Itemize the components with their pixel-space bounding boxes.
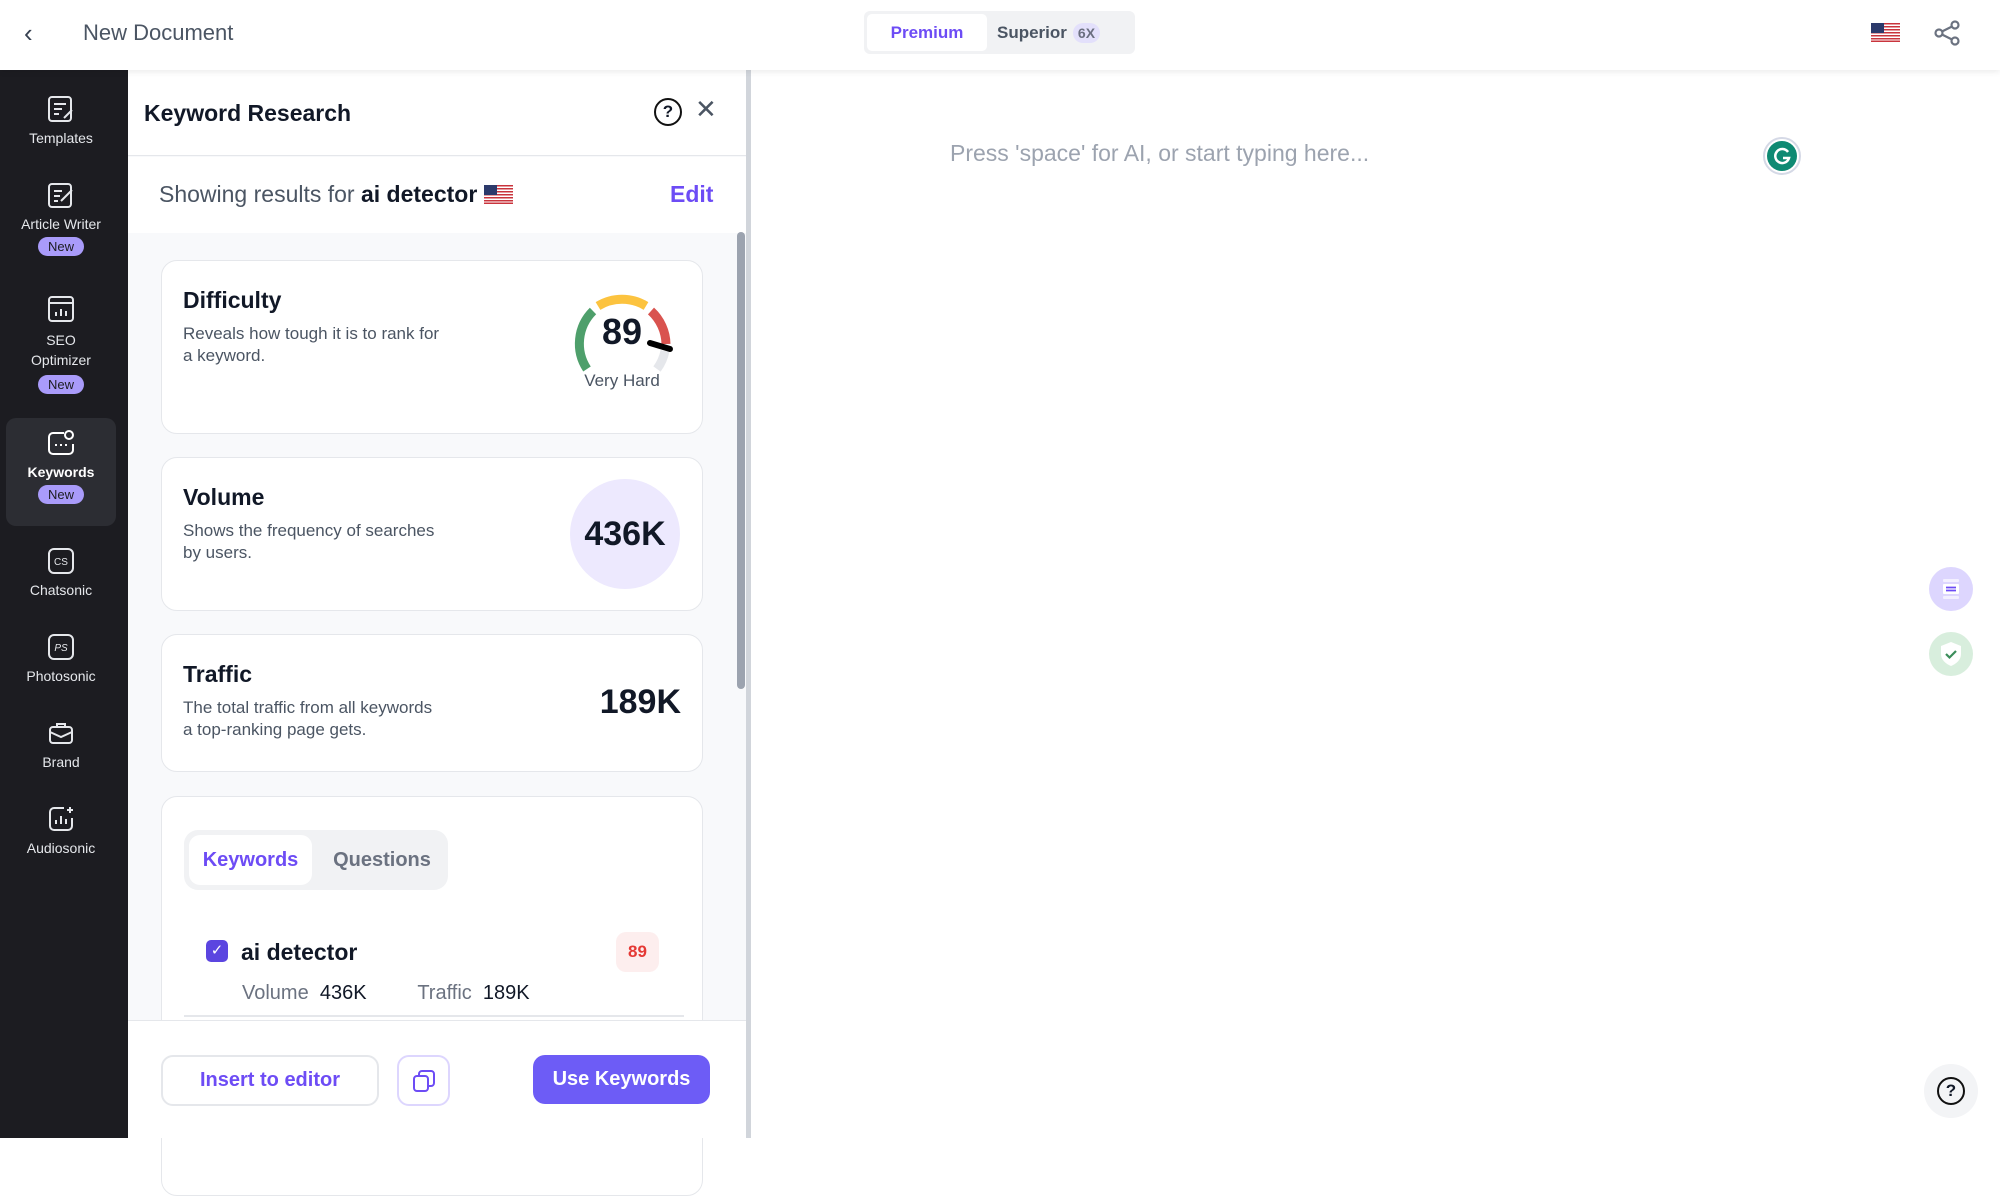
difficulty-card: Difficulty Reveals how tough it is to ra…: [161, 260, 703, 434]
svg-text:PS: PS: [54, 643, 68, 654]
traffic-title: Traffic: [183, 661, 253, 687]
new-badge: New: [37, 237, 84, 256]
difficulty-value: 89: [601, 311, 643, 352]
top-header: ‹ New Document Premium Superior 6X: [0, 0, 2000, 70]
volume-description: Shows the frequency of searches by users…: [183, 521, 435, 562]
copy-button[interactable]: [397, 1055, 450, 1106]
document-title[interactable]: New Document: [83, 20, 233, 46]
keyword-checkbox[interactable]: ✓: [206, 940, 228, 962]
gauge-remaining-segment: [653, 349, 670, 372]
sidebar-label: Templates: [29, 130, 93, 146]
sidebar-item-templates[interactable]: Templates: [6, 94, 116, 146]
panel-resize-divider[interactable]: [746, 70, 751, 1138]
edit-button[interactable]: Edit: [670, 181, 713, 208]
briefcase-icon: [49, 723, 73, 744]
document-lines-icon: [1943, 579, 1959, 599]
shield-check-icon: [1941, 642, 1961, 666]
audiosonic-icon: [49, 807, 73, 831]
keyword-tabs: Keywords Questions: [184, 830, 448, 890]
photosonic-icon: PS: [48, 634, 74, 660]
plan-toggle: Premium Superior 6X: [864, 11, 1135, 54]
sidebar-label: Brand: [42, 754, 80, 770]
sidebar-label: Keywords: [27, 464, 95, 480]
copy-icon: [412, 1069, 435, 1092]
templates-icon: [48, 96, 73, 122]
seo-optimizer-icon: [48, 296, 74, 322]
article-writer-icon: [48, 183, 73, 208]
sidebar-item-brand[interactable]: Brand: [6, 718, 116, 770]
share-icon[interactable]: [1932, 18, 1962, 48]
sidebar-item-audiosonic[interactable]: Audiosonic: [6, 804, 116, 856]
panel-title: Keyword Research: [144, 100, 352, 126]
traffic-label: Traffic: [417, 982, 472, 1004]
difficulty-description: Reveals how tough it is to rank for a ke…: [183, 324, 440, 365]
help-icon[interactable]: ?: [654, 98, 682, 126]
keyword-metrics: Volume 436K Traffic 189K: [242, 982, 530, 1005]
showing-prefix: Showing results for: [159, 181, 355, 207]
new-badge: New: [37, 485, 84, 504]
results-summary: Showing results for ai detector Edit: [128, 157, 746, 233]
insert-to-editor-button[interactable]: Insert to editor: [161, 1055, 379, 1106]
keyword-row[interactable]: ✓ ai detector 89 Volume 436K Traffic 189…: [162, 927, 702, 1017]
sidebar-label: Article Writer: [21, 216, 101, 232]
keyword-volume: 436K: [319, 982, 367, 1004]
keyword-traffic: 189K: [482, 982, 530, 1004]
plagiarism-check-button[interactable]: [1929, 632, 1973, 676]
difficulty-label: Very Hard: [584, 371, 660, 390]
svg-text:CS: CS: [54, 557, 68, 568]
keywords-icon: [48, 430, 74, 455]
sidebar-label: Audiosonic: [26, 840, 96, 856]
us-flag-icon[interactable]: [1871, 23, 1900, 42]
plan-superior-tab[interactable]: Superior 6X: [997, 14, 1101, 51]
sidebar-item-article-writer[interactable]: Article Writer New: [6, 180, 116, 256]
keyword-research-panel: Keyword Research ? ✕ Showing results for…: [128, 70, 746, 1196]
close-icon[interactable]: ✕: [695, 94, 717, 125]
sidebar-label: Chatsonic: [29, 582, 93, 598]
us-flag-icon: [483, 185, 513, 204]
grammarly-icon: [1767, 141, 1797, 171]
help-icon: ?: [1937, 1077, 1965, 1105]
sidebar-label: Photosonic: [26, 668, 96, 684]
sidebar-item-keywords[interactable]: Keywords New: [6, 418, 116, 526]
traffic-description: The total traffic from all keywords a to…: [183, 698, 433, 739]
volume-title: Volume: [183, 484, 265, 510]
grammarly-button[interactable]: [1763, 137, 1801, 175]
volume-card: Volume Shows the frequency of searches b…: [161, 457, 703, 611]
panel-header: Keyword Research ? ✕: [128, 70, 746, 156]
gauge-medium-segment: [595, 294, 649, 310]
traffic-card: Traffic The total traffic from all keywo…: [161, 634, 703, 772]
superior-label: Superior: [997, 22, 1067, 42]
traffic-value: 189K: [599, 683, 681, 721]
back-chevron-icon[interactable]: ‹: [24, 18, 46, 50]
volume-value: 436K: [570, 479, 680, 589]
sidebar-label: SEO Optimizer: [31, 332, 91, 368]
keyword-text: ai detector: [241, 939, 358, 965]
outline-button[interactable]: [1929, 567, 1973, 611]
use-keywords-button[interactable]: Use Keywords: [533, 1055, 710, 1104]
tab-keywords[interactable]: Keywords: [189, 835, 312, 885]
editor-placeholder[interactable]: Press 'space' for AI, or start typing he…: [950, 140, 1369, 167]
sidebar: Templates Article Writer New SEO Optimiz…: [0, 70, 128, 1138]
sidebar-item-seo-optimizer[interactable]: SEO Optimizer New: [6, 294, 116, 394]
keyword-difficulty-badge: 89: [616, 932, 659, 972]
row-divider: [184, 1015, 684, 1017]
volume-label: Volume: [242, 982, 309, 1004]
chatsonic-icon: CS: [48, 548, 74, 574]
sidebar-item-photosonic[interactable]: PS Photosonic: [6, 632, 116, 684]
panel-footer: Insert to editor Use Keywords: [128, 1020, 746, 1138]
superior-badge: 6X: [1072, 22, 1101, 43]
query-keyword: ai detector: [360, 181, 478, 207]
sidebar-item-chatsonic[interactable]: CS Chatsonic: [6, 546, 116, 598]
panel-scrollbar[interactable]: [737, 232, 745, 689]
new-badge: New: [37, 375, 84, 394]
help-button[interactable]: ?: [1924, 1064, 1978, 1118]
tab-questions[interactable]: Questions: [322, 835, 442, 885]
difficulty-title: Difficulty: [183, 287, 282, 313]
plan-premium-tab[interactable]: Premium: [867, 14, 987, 51]
showing-results-text: Showing results for ai detector: [159, 181, 513, 208]
